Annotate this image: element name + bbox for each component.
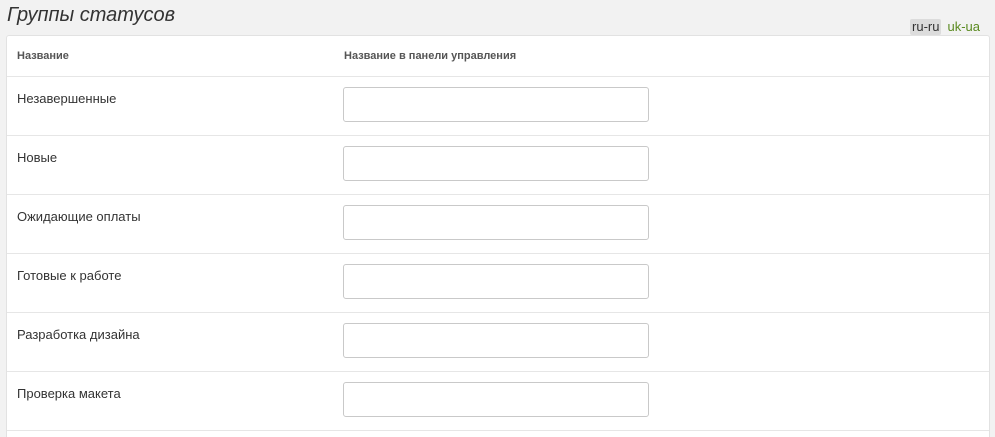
page: Группы статусов ru-ru uk-ua Название Наз… xyxy=(0,0,995,437)
panel-name-input[interactable] xyxy=(343,382,649,417)
table-row: Новые xyxy=(7,136,989,195)
page-title: Группы статусов xyxy=(7,4,176,26)
panel-name-input[interactable] xyxy=(343,264,649,299)
status-group-label: Ожидающие оплаты xyxy=(17,209,141,224)
panel-name-input[interactable] xyxy=(343,87,649,122)
status-groups-table: Название Название в панели управления Не… xyxy=(6,35,990,437)
table-header: Название Название в панели управления xyxy=(7,36,989,77)
panel-name-input[interactable] xyxy=(343,205,649,240)
table-row: Разработка дизайна xyxy=(7,313,989,372)
status-group-label: Проверка макета xyxy=(17,386,121,401)
table-row: Проверка макета xyxy=(7,372,989,431)
column-header-name: Название xyxy=(17,50,69,62)
status-group-label: Готовые к работе xyxy=(17,268,122,283)
table-row: Готовые к работе xyxy=(7,254,989,313)
panel-name-input[interactable] xyxy=(343,323,649,358)
status-group-label: Новые xyxy=(17,150,58,165)
table-row: Незавершенные xyxy=(7,77,989,136)
status-group-label: Разработка дизайна xyxy=(17,327,140,342)
language-switcher: ru-ru uk-ua xyxy=(910,19,982,35)
status-group-label: Незавершенные xyxy=(17,91,117,106)
lang-uk-ua[interactable]: uk-ua xyxy=(945,19,982,35)
table-row: Ожидающие оплаты xyxy=(7,195,989,254)
column-header-panel-name: Название в панели управления xyxy=(344,50,517,62)
lang-ru-ru[interactable]: ru-ru xyxy=(910,19,942,35)
panel-name-input[interactable] xyxy=(343,146,649,181)
